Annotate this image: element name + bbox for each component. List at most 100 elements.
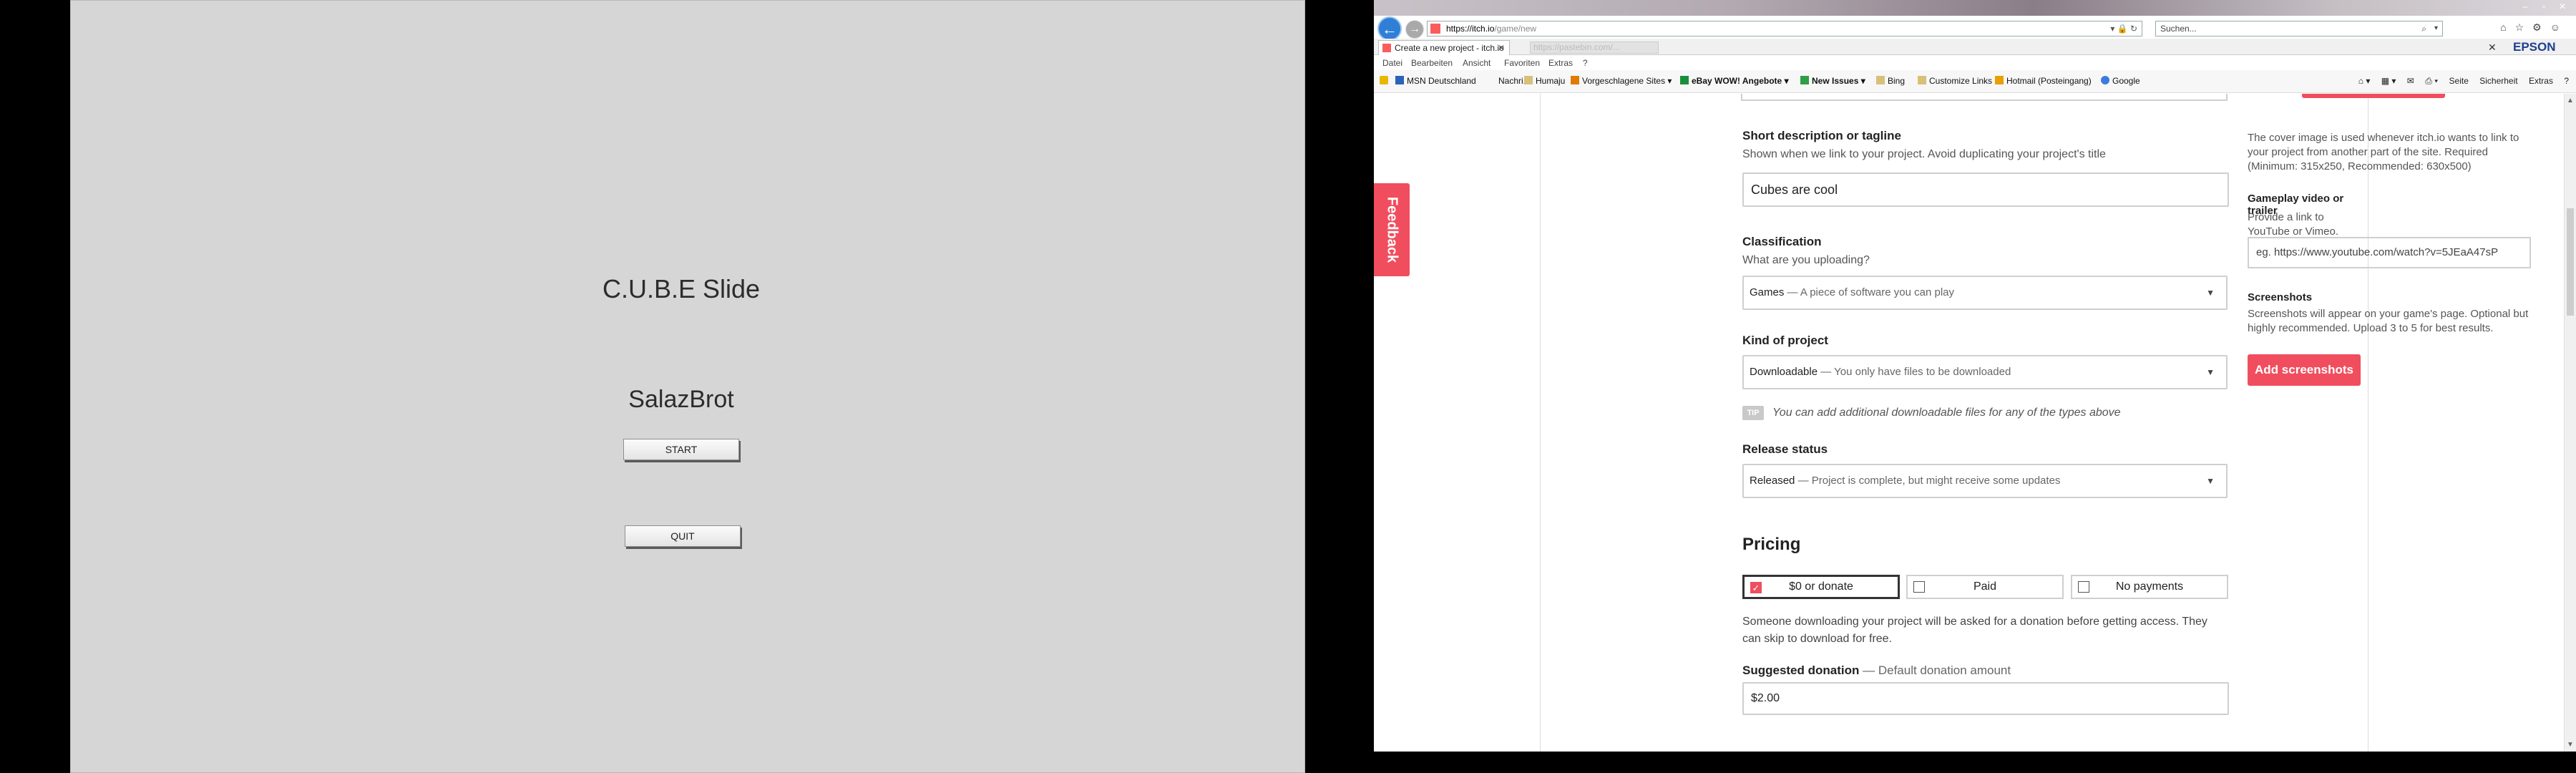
menu-seite[interactable]: Seite xyxy=(2449,76,2469,86)
quit-button[interactable]: QUIT xyxy=(625,525,741,547)
tab-ghost[interactable]: https://pastebin.com/... xyxy=(1530,42,1659,54)
tab-create-project[interactable]: Create a new project - itch.io ✕ xyxy=(1378,40,1510,55)
add-screenshots-button[interactable]: Add screenshots xyxy=(2248,354,2361,386)
video-help: Provide a link to YouTube or Vimeo. xyxy=(2248,211,2339,238)
close-window-icon[interactable]: ✕ xyxy=(2553,1,2572,11)
lock-refresh-icon[interactable]: ▾ 🔒 ↻ xyxy=(2110,21,2137,36)
start-button[interactable]: START xyxy=(623,439,739,460)
favorites-star-icon[interactable] xyxy=(1380,70,1391,92)
close-tab-icon[interactable]: ✕ xyxy=(1498,41,1505,55)
game-window: C.U.B.E Slide SalazBrot START QUIT xyxy=(70,0,1305,773)
chevron-down-icon: ▼ xyxy=(2206,476,2215,486)
search-placeholder: Suchen... xyxy=(2160,24,2197,34)
search-icon[interactable]: ⌕ xyxy=(2421,21,2426,36)
fav-suggested[interactable]: Vorgeschlagene Sites ▾ xyxy=(1571,70,1672,92)
feedback-tab[interactable]: Feedback xyxy=(1374,183,1410,276)
game-title: C.U.B.E Slide xyxy=(602,274,761,303)
scroll-up-icon[interactable]: ▲ xyxy=(2567,97,2574,104)
print-icon[interactable]: ⎙ ▾ xyxy=(2425,76,2438,86)
pricing-paid-option[interactable]: Paid xyxy=(1906,575,2064,599)
main-content: Short description or tagline Shown when … xyxy=(1540,94,2531,752)
mail-icon[interactable]: ✉ xyxy=(2407,76,2414,86)
kind-value: Downloadable xyxy=(1750,366,1818,378)
suggested-donation-input[interactable]: $2.00 xyxy=(1742,682,2229,715)
fav-hotmail[interactable]: Hotmail (Posteingang) xyxy=(1995,70,2092,92)
tip-badge: TIP xyxy=(1742,406,1764,420)
menu-bar: Datei Bearbeiten Ansicht Favoriten Extra… xyxy=(1374,56,2576,70)
release-label: Release status xyxy=(1742,442,1828,456)
menu-datei[interactable]: Datei xyxy=(1382,56,1402,70)
menu-help[interactable]: ? xyxy=(1583,56,1588,70)
url-host: https://itch.io xyxy=(1446,24,1495,34)
page-scrollbar[interactable]: ▲ ▼ xyxy=(2564,94,2576,752)
screenshots-help: Screenshots will appear on your game's p… xyxy=(2248,308,2529,334)
pricing-none-option[interactable]: No payments xyxy=(2071,575,2228,599)
release-select[interactable]: Released — Project is complete, but migh… xyxy=(1742,464,2228,498)
desktop: C.U.B.E Slide SalazBrot START QUIT – ▫ ✕… xyxy=(0,0,2576,773)
menu-favoriten[interactable]: Favoriten xyxy=(1504,56,1540,70)
classification-help: What are you uploading? xyxy=(1742,254,1870,266)
web-page: Short description or tagline Shown when … xyxy=(1374,94,2576,752)
fav-humaju[interactable]: Humaju xyxy=(1524,70,1565,92)
scroll-thumb[interactable] xyxy=(2567,208,2574,316)
browser-window: – ▫ ✕ ← → https://itch.io/game/new ▾ 🔒 ↻… xyxy=(1374,0,2576,752)
suggested-icon xyxy=(1571,76,1579,84)
classification-value: Games xyxy=(1750,286,1785,298)
forward-arrow-icon[interactable]: → xyxy=(1405,20,1424,39)
chevron-down-icon: ▼ xyxy=(2206,367,2215,377)
menu-ansicht[interactable]: Ansicht xyxy=(1463,56,1491,70)
menu-extras[interactable]: Extras xyxy=(1548,56,1573,70)
chevron-down-icon[interactable]: ▾ xyxy=(2434,21,2438,36)
fav-bing[interactable]: Bing xyxy=(1876,70,1905,92)
menu-sicherheit[interactable]: Sicherheit xyxy=(2479,76,2517,86)
tab-label: Create a new project - itch.io xyxy=(1395,43,1504,53)
pricing-none-label: No payments xyxy=(2115,580,2184,593)
home-icon[interactable]: ⌂ ▾ xyxy=(2358,76,2371,86)
maximize-icon[interactable]: ▫ xyxy=(2534,1,2553,11)
browser-toolbar-icons[interactable]: ⌂☆⚙☺ xyxy=(2500,21,2569,34)
kind-label: Kind of project xyxy=(1742,334,1828,347)
short-desc-help: Shown when we link to your project. Avoi… xyxy=(1742,148,2106,160)
help-icon[interactable]: ? xyxy=(2564,76,2569,86)
pricing-donate-label: $0 or donate xyxy=(1789,580,1853,593)
suggested-donation-label: Suggested donation — Default donation am… xyxy=(1742,663,2011,678)
url-field-cutoff[interactable] xyxy=(1741,94,2228,101)
suggested-label-text: Suggested donation xyxy=(1742,663,1860,677)
close-icon[interactable]: ✕ xyxy=(2488,42,2497,54)
video-url-input[interactable]: eg. https://www.youtube.com/watch?v=5JEa… xyxy=(2248,237,2531,268)
fav-customize-links[interactable]: Customize Links xyxy=(1918,70,1992,92)
checkbox-checked-icon: ✓ xyxy=(1750,582,1762,593)
tab-bar: Create a new project - itch.io ✕ https:/… xyxy=(1374,39,2576,55)
short-desc-input[interactable]: Cubes are cool xyxy=(1742,172,2229,207)
pricing-donate-option[interactable]: ✓ $0 or donate xyxy=(1742,575,1900,599)
back-arrow-icon[interactable]: ← xyxy=(1377,16,1402,41)
epson-logo: EPSON xyxy=(2513,40,2556,54)
minimize-icon[interactable]: – xyxy=(2516,1,2534,11)
menu-extras-cmd[interactable]: Extras xyxy=(2529,76,2553,86)
ebay-icon xyxy=(1680,76,1689,84)
address-bar[interactable]: https://itch.io/game/new ▾ 🔒 ↻ xyxy=(1427,21,2142,37)
fav-msn[interactable]: MSN Deutschland xyxy=(1395,70,1476,92)
feedback-label: Feedback xyxy=(1384,196,1400,263)
itch-favicon-icon xyxy=(1382,44,1391,52)
chevron-down-icon: ▼ xyxy=(2206,288,2215,298)
tip-text: You can add additional downloadable file… xyxy=(1772,407,2121,419)
feeds-icon[interactable]: ▦ ▾ xyxy=(2381,76,2396,86)
fav-google[interactable]: Google xyxy=(2101,70,2140,92)
release-value: Released xyxy=(1750,475,1795,487)
short-desc-label: Short description or tagline xyxy=(1742,129,1901,142)
kind-hint: — You only have files to be downloaded xyxy=(1820,366,2011,378)
scroll-down-icon[interactable]: ▼ xyxy=(2567,741,2574,749)
command-bar: ⌂ ▾ ▦ ▾ ✉ ⎙ ▾ Seite Sicherheit Extras ? xyxy=(2350,70,2569,92)
upload-cover-button-cutoff[interactable] xyxy=(2302,94,2445,98)
site-favicon-icon xyxy=(1430,24,1440,34)
kind-select[interactable]: Downloadable — You only have files to be… xyxy=(1742,355,2228,389)
screenshots-label: Screenshots xyxy=(2248,291,2313,303)
search-input[interactable]: Suchen... ⌕ ▾ xyxy=(2155,21,2443,37)
checkbox-icon xyxy=(1913,581,1925,593)
fav-new-issues[interactable]: New Issues ▾ xyxy=(1800,70,1865,92)
fav-ebay[interactable]: eBay WOW! Angebote ▾ xyxy=(1680,70,1789,92)
classification-select[interactable]: Games — A piece of software you can play… xyxy=(1742,276,2228,310)
menu-bearbeiten[interactable]: Bearbeiten xyxy=(1411,56,1453,70)
hotmail-icon xyxy=(1995,76,2004,84)
